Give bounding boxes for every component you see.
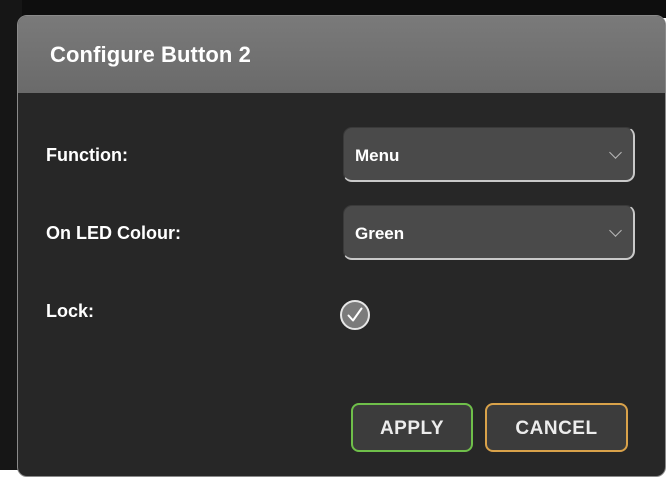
check-circle-icon bbox=[347, 307, 363, 322]
function-select[interactable]: Menu bbox=[343, 127, 635, 182]
led-colour-label: On LED Colour: bbox=[46, 223, 181, 243]
apply-button[interactable]: APPLY bbox=[351, 403, 473, 452]
function-select-value: Menu bbox=[355, 146, 400, 165]
chevron-down-icon bbox=[609, 146, 622, 159]
lock-label: Lock: bbox=[46, 301, 95, 321]
led-colour-select[interactable]: Green bbox=[343, 205, 635, 260]
dialog-header: Configure Button 2 bbox=[18, 16, 665, 93]
chevron-down-icon bbox=[609, 224, 622, 237]
lock-checkbox[interactable] bbox=[340, 300, 370, 330]
function-label: Function: bbox=[46, 145, 128, 165]
led-colour-select-value: Green bbox=[355, 224, 405, 243]
cancel-button[interactable]: CANCEL bbox=[485, 403, 628, 452]
dialog-title: Configure Button 2 bbox=[50, 42, 251, 67]
configure-button-dialog: Configure Button 2 Function: Menu On LED… bbox=[17, 15, 666, 477]
